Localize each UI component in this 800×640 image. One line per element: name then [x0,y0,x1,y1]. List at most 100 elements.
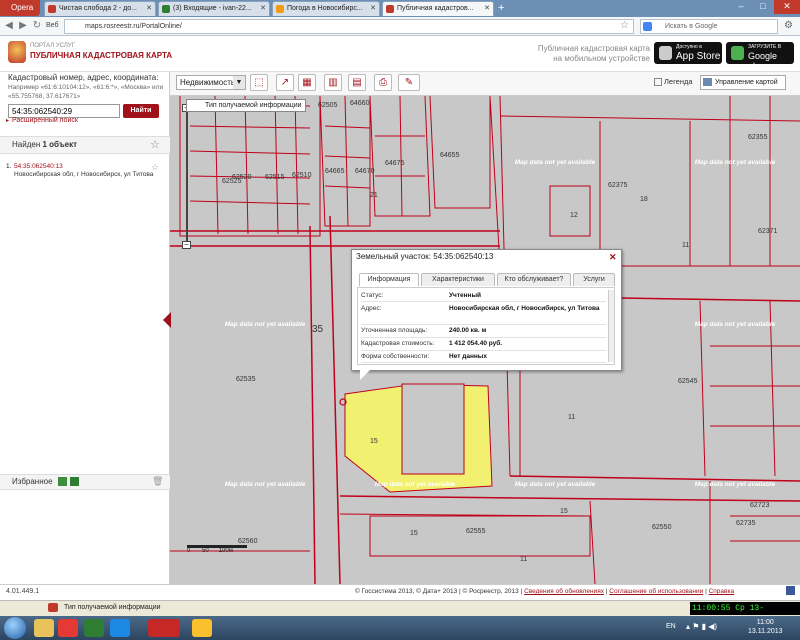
legend-toggle[interactable]: Легенда [654,77,693,87]
road-label: 35 [312,324,324,335]
google-play-big: Google play [748,51,778,71]
star-icon[interactable]: ☆ [151,162,159,173]
facebook-icon[interactable] [786,586,795,595]
yandex-icon[interactable] [58,619,78,637]
mobile-promo-line2: на мобильном устройстве [553,54,650,63]
parcel-number: 62510 [292,172,312,179]
tools-icon[interactable]: ✎ [398,74,420,91]
scale-bar-line [187,545,247,548]
close-icon[interactable]: ✕ [146,2,152,16]
app-store-button[interactable]: Доступно в App Store [654,42,722,64]
maximize-icon[interactable]: □ [752,0,774,14]
tab-characteristics[interactable]: Характеристики [421,273,495,286]
popup-info-table: Статус: Учтенный Адрес: Новосибирская обл,… [357,287,615,365]
zoom-out-icon[interactable]: − [182,241,191,249]
scale-label: 0 [187,548,191,554]
chart-icon[interactable]: ▥ [324,74,342,91]
info-type-tooltip: Тип получаемой информации [186,99,306,112]
status-text: Тип получаемой информации [64,604,161,611]
map-control-dropdown[interactable]: Управление картой [700,75,786,90]
favorites-label[interactable]: Избранное [12,477,53,486]
legend-checkbox[interactable] [654,78,662,87]
popup-tabs: Информация Характеристики Кто обслуживае… [355,268,617,286]
info-value: Новосибирская обл, г Новосибирск, ул Тит… [449,305,600,312]
info-row: Уточненная площадь: 240.00 кв. м [361,327,606,338]
select-tool-icon[interactable]: ⬚ [250,74,268,91]
find-button[interactable]: Найти [123,104,159,118]
parcel-number: 11 [682,242,690,249]
tab-4-active[interactable]: Публичная кадастров... ✕ [382,1,494,16]
measure-icon[interactable]: ↗ [276,74,294,91]
zoom-slider[interactable] [183,100,191,246]
result-item[interactable]: 54:35:062540:13 Новосибирская обл, г Нов… [14,163,154,179]
cadastral-search-input[interactable] [8,104,120,118]
info-key: Форма собственности: [361,353,430,360]
tab-label: Публичная кадастров... [397,5,474,12]
new-tab-icon[interactable]: + [498,2,510,14]
advanced-search-link[interactable]: Расширенный поиск [12,117,78,124]
page-title[interactable]: ПУБЛИЧНАЯ КАДАСТРОВАЯ КАРТА [30,51,172,60]
help-link[interactable]: Справка [709,588,735,595]
terms-link[interactable]: Соглашение об использовании [609,588,703,595]
excel-icon[interactable] [58,477,67,486]
url-field[interactable]: maps.rosreestr.ru/PortalOnline/ [64,19,634,34]
opera-menu-button[interactable]: Opera [0,0,40,16]
close-icon[interactable]: ✕ [484,2,490,16]
minimize-icon[interactable]: – [730,0,752,14]
start-button[interactable] [4,617,26,639]
close-icon[interactable]: ✕ [609,252,617,263]
info-icon [48,603,58,612]
layer-select[interactable]: Недвижимость ▼ [176,75,246,90]
excel-icon[interactable] [84,619,104,637]
info-key: Кадастровая стоимость: [361,340,435,347]
star-icon[interactable]: ☆ [150,138,160,151]
print-icon[interactable]: ⎙ [374,74,392,91]
tab-who-serves[interactable]: Кто обслуживает? [497,273,571,286]
popup-title: Земельный участок: 54:35:062540:13 [356,252,494,261]
map-placeholder-label: Map data not yet available [694,159,776,166]
layers-icon[interactable]: ▤ [348,74,366,91]
identify-icon[interactable]: ▦ [298,74,316,91]
result-number-link[interactable]: 54:35:062540:13 [14,163,154,171]
updates-link[interactable]: Сведения об обновлениях [524,588,604,595]
close-icon[interactable]: ✕ [370,2,376,16]
parcel-number: 62555 [466,528,486,535]
tab-label: (3) Входящие - ivan-22... [173,5,252,12]
tab-services[interactable]: Услуги [573,273,615,286]
parcel-number: 21 [370,192,378,199]
parcel-number: 12 [570,212,578,219]
tab-2[interactable]: (3) Входящие - ivan-22... ✕ [158,1,270,16]
bookmark-star-icon[interactable]: ☆ [620,20,629,31]
tab-3[interactable]: Погода в Новосибирс... ✕ [272,1,380,16]
close-window-icon[interactable]: ✕ [774,0,800,14]
tab-label: Погода в Новосибирс... [287,5,363,12]
language-indicator[interactable]: EN [666,623,676,630]
app-taskbar-icon[interactable] [192,619,212,637]
export-icon[interactable] [70,477,79,486]
close-icon[interactable]: ✕ [260,2,266,16]
parcel-number: 62535 [236,376,256,383]
google-play-button[interactable]: ЗАГРУЗИТЕ В Google play [726,42,794,71]
tab-info[interactable]: Информация [359,273,419,286]
parcel-number: 62375 [608,182,628,189]
wrench-icon[interactable]: ⚙ [784,20,793,31]
info-row: Форма собственности: Нет данных [361,353,606,363]
map-placeholder-label: Map data not yet available [514,159,596,166]
opera-taskbar-icon[interactable] [148,619,180,637]
trash-icon[interactable]: 🗑 [152,476,163,487]
service-name: ПОРТАЛ УСЛУГ [30,43,75,49]
forward-icon[interactable]: ▶ [17,20,29,32]
ie-icon[interactable] [110,619,130,637]
emblem-icon [8,41,26,63]
search-field[interactable]: Искать в Google [640,19,778,34]
parcel-number: 62723 [750,502,770,509]
reload-icon[interactable]: ↻ [31,20,43,32]
taskbar-clock[interactable]: 11:00 13.11.2013 [748,618,783,636]
popup-scrollbar[interactable] [608,290,614,362]
parcel-number: 62505 [318,102,338,109]
results-count: Найден 1 объект [12,140,77,149]
explorer-icon[interactable] [34,619,54,637]
tab-1[interactable]: Чистая слобода 2 - до... ✕ [44,1,156,16]
tray-icons[interactable]: ▴ ⚑ ▮ ◀) [686,622,717,631]
back-icon[interactable]: ◀ [3,20,15,32]
